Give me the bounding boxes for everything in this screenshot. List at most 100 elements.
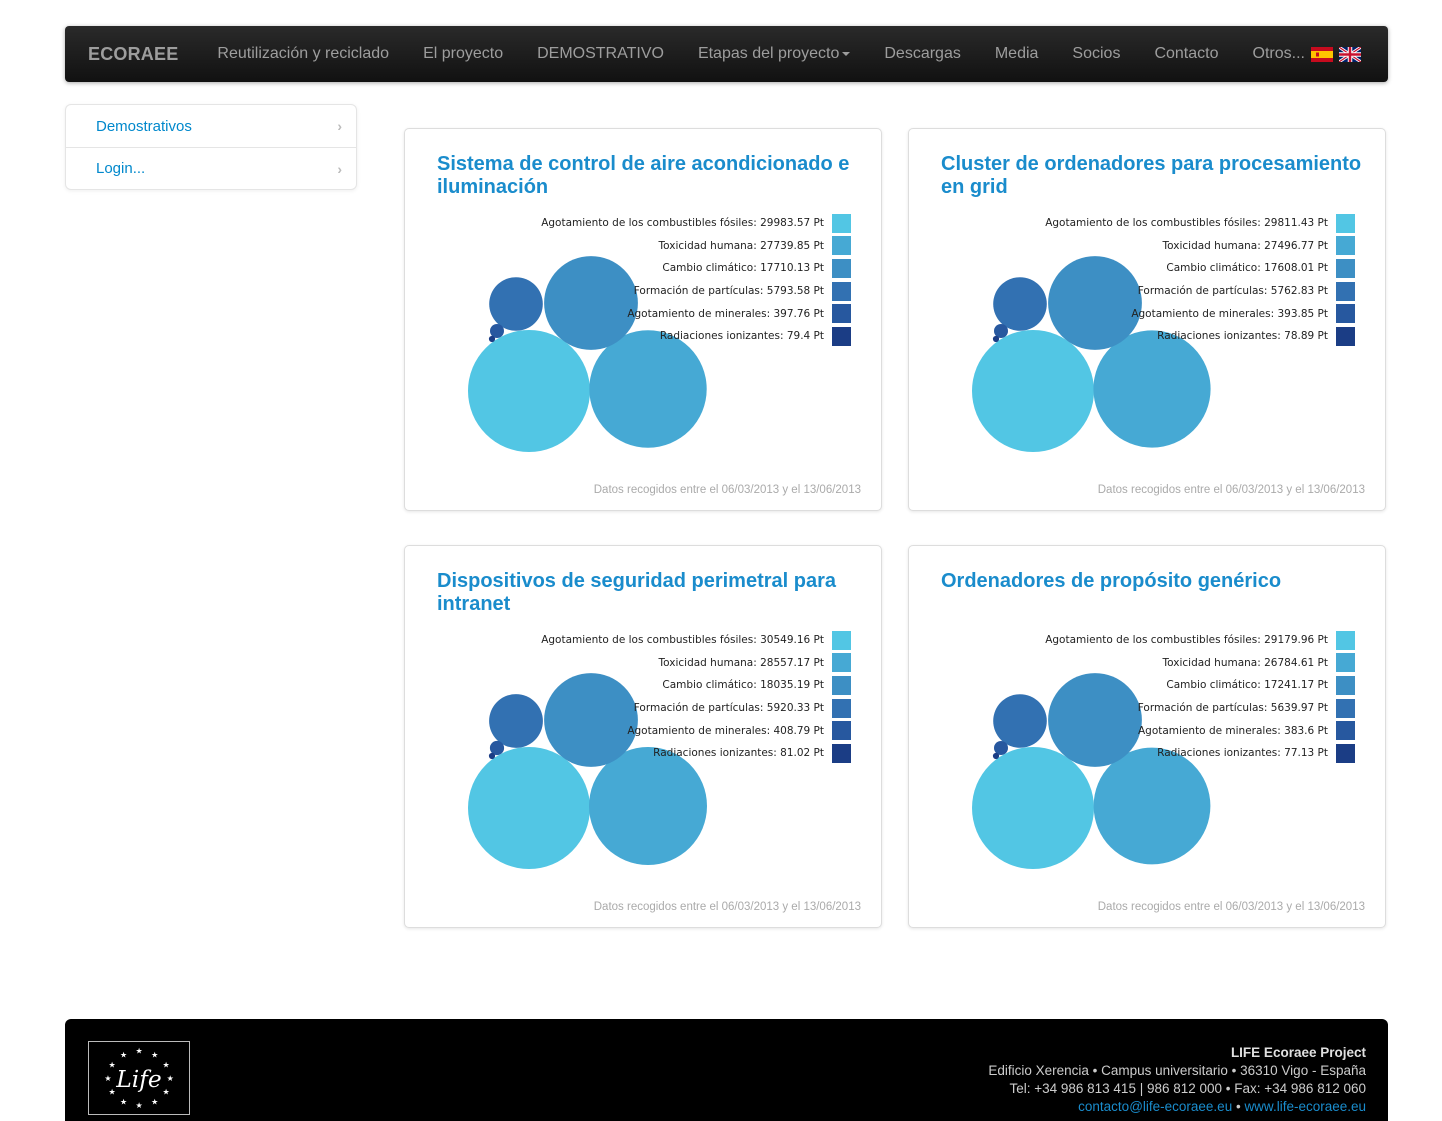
- nav-item-reutilizacion[interactable]: Reutilización y reciclado: [200, 45, 406, 63]
- bubble-chart: [468, 256, 707, 452]
- legend-label: Formación de partículas: 5793.58 Pt: [633, 285, 824, 298]
- star-icon: ★: [151, 1097, 158, 1106]
- bubble-mark: [488, 752, 496, 760]
- legend-label: Cambio climático: 17241.17 Pt: [1166, 679, 1328, 692]
- bubble-mark: [589, 747, 707, 865]
- nav-item-label: Otros...: [1252, 45, 1305, 62]
- nav-item-otros[interactable]: Otros...: [1236, 45, 1365, 63]
- impact-card: Ordenadores de propósito genérico Agotam…: [908, 545, 1386, 928]
- bubble-mark: [489, 277, 543, 331]
- bubble-mark: [993, 694, 1047, 748]
- legend-label: Toxicidad humana: 28557.17 Pt: [658, 656, 824, 669]
- bubble-mark: [972, 747, 1094, 869]
- nav-item-label: Media: [994, 45, 1039, 62]
- sidebar-item-login[interactable]: Login... ›: [66, 147, 356, 189]
- footer-contact: LIFE Ecoraee Project Edificio Xerencia •…: [988, 1044, 1366, 1116]
- star-icon: ★: [136, 1101, 143, 1110]
- nav-item-label: El proyecto: [423, 45, 504, 62]
- bubble-mark: [544, 673, 638, 767]
- bubble-mark: [490, 324, 504, 338]
- bubble-mark: [994, 324, 1008, 338]
- impact-card: Sistema de control de aire acondicionado…: [404, 128, 882, 511]
- bubble-mark: [992, 335, 1000, 343]
- legend-label: Agotamiento de minerales: 408.79 Pt: [627, 724, 824, 737]
- legend-label: Agotamiento de los combustibles fósiles:…: [541, 634, 824, 647]
- footer-email-link[interactable]: contacto@life-ecoraee.eu: [1078, 1099, 1232, 1114]
- legend-label: Toxicidad humana: 26784.61 Pt: [1162, 656, 1328, 669]
- nav-item-etapas-dropdown[interactable]: Etapas del proyecto: [681, 45, 867, 63]
- star-icon: ★: [151, 1050, 158, 1059]
- nav-item-label: Socios: [1072, 45, 1121, 62]
- nav-item-socios[interactable]: Socios: [1055, 45, 1137, 63]
- star-icon: ★: [162, 1060, 169, 1069]
- svg-text:Life: Life: [115, 1065, 161, 1093]
- bubble-mark: [544, 256, 638, 350]
- bubble-mark: [1048, 256, 1142, 350]
- nav-item-contacto[interactable]: Contacto: [1137, 45, 1235, 63]
- nav-item-demostrativo[interactable]: DEMOSTRATIVO: [520, 45, 681, 63]
- sidebar-nav: Demostrativos › Login... ›: [65, 104, 357, 190]
- bubble-mark: [1093, 747, 1211, 865]
- top-navbar: ECORAEE Reutilización y reciclado El pro…: [65, 26, 1388, 82]
- legend-label: Formación de partículas: 5762.83 Pt: [1137, 285, 1328, 298]
- nav-item-el-proyecto[interactable]: El proyecto: [406, 45, 520, 63]
- page-footer: ★ ★ ★ ★ ★ ★ ★ ★ ★ ★ ★ ★ Life LIFE Ecoraee Project E…: [65, 1019, 1388, 1121]
- nav-item-label: Reutilización y reciclado: [217, 45, 390, 62]
- sidebar-item-label: Login...: [96, 160, 146, 177]
- bubble-mark: [468, 747, 590, 869]
- star-icon: ★: [109, 1060, 116, 1069]
- bubble-mark: [1093, 330, 1211, 448]
- legend-label: Cambio climático: 17608.01 Pt: [1166, 262, 1328, 275]
- sidebar-item-demostrativos[interactable]: Demostrativos ›: [66, 105, 356, 147]
- bubble-mark: [468, 330, 590, 452]
- bubble-chart: [972, 256, 1211, 452]
- nav-item-descargas[interactable]: Descargas: [867, 45, 977, 63]
- nav-item-label: DEMOSTRATIVO: [537, 45, 664, 62]
- bubble-mark: [1048, 673, 1142, 767]
- legend-label: Agotamiento de los combustibles fósiles:…: [1045, 217, 1328, 230]
- star-icon: ★: [162, 1088, 169, 1097]
- star-icon: ★: [109, 1088, 116, 1097]
- life-logo: ★ ★ ★ ★ ★ ★ ★ ★ ★ ★ ★ ★ Life: [88, 1041, 190, 1115]
- legend-label: Formación de partículas: 5639.97 Pt: [1137, 702, 1328, 715]
- uk-flag-icon[interactable]: [1338, 46, 1361, 62]
- legend-label: Agotamiento de minerales: 393.85 Pt: [1131, 307, 1328, 320]
- star-icon: ★: [136, 1047, 143, 1056]
- nav-item-media[interactable]: Media: [978, 45, 1056, 63]
- caret-down-icon: [842, 52, 851, 56]
- star-icon: ★: [120, 1097, 127, 1106]
- impact-card: Cluster de ordenadores para procesamient…: [908, 128, 1386, 511]
- legend-label: Formación de partículas: 5920.33 Pt: [633, 702, 824, 715]
- legend-label: Radiaciones ionizantes: 81.02 Pt: [653, 747, 824, 760]
- bubble-mark: [992, 752, 1000, 760]
- legend-label: Toxicidad humana: 27739.85 Pt: [658, 239, 824, 252]
- nav-item-label: Contacto: [1154, 45, 1219, 62]
- bubble-mark: [488, 335, 496, 343]
- footer-project-name: LIFE Ecoraee Project: [1230, 1045, 1366, 1060]
- bubble-mark: [489, 694, 543, 748]
- footer-address: Edificio Xerencia • Campus universitario…: [988, 1063, 1366, 1078]
- legend-label: Agotamiento de los combustibles fósiles:…: [1045, 634, 1328, 647]
- spain-flag-icon[interactable]: [1310, 46, 1333, 62]
- bubble-mark: [972, 330, 1094, 452]
- bubble-mark: [993, 277, 1047, 331]
- language-flags: [1310, 46, 1361, 62]
- footer-website-link[interactable]: www.life-ecoraee.eu: [1244, 1099, 1366, 1114]
- legend-label: Cambio climático: 17710.13 Pt: [662, 262, 824, 275]
- bubble-mark: [589, 330, 707, 448]
- legend-label: Radiaciones ionizantes: 79.4 Pt: [659, 330, 824, 343]
- star-icon: ★: [120, 1050, 127, 1059]
- impact-card: Dispositivos de seguridad perimetral par…: [404, 545, 882, 928]
- chevron-right-icon: ›: [337, 118, 342, 134]
- footer-separator: •: [1232, 1099, 1245, 1114]
- nav-item-label: Descargas: [884, 45, 961, 62]
- sidebar-item-label: Demostrativos: [96, 117, 192, 135]
- legend-label: Cambio climático: 18035.19 Pt: [662, 679, 824, 692]
- nav-item-label: Etapas del proyecto: [697, 45, 840, 62]
- star-icon: ★: [104, 1074, 111, 1083]
- legend-label: Toxicidad humana: 27496.77 Pt: [1162, 239, 1328, 252]
- brand-logo[interactable]: ECORAEE: [65, 44, 200, 65]
- bubble-chart: [468, 673, 707, 869]
- legend-label: Agotamiento de minerales: 383.6 Pt: [1137, 724, 1328, 737]
- legend-label: Radiaciones ionizantes: 78.89 Pt: [1157, 330, 1328, 343]
